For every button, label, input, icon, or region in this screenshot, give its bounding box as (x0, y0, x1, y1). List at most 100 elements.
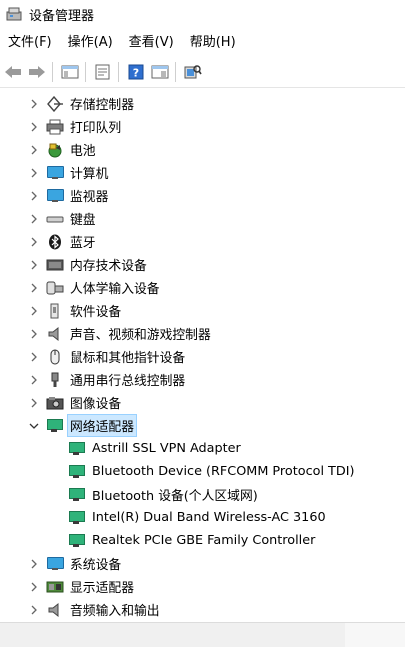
chevron-right-icon[interactable] (28, 190, 40, 202)
chevron-right-icon[interactable] (28, 121, 40, 133)
network-adapter-icon (68, 533, 86, 549)
tree-item-label: 鼠标和其他指针设备 (70, 351, 186, 366)
tree-item-label: Realtek PCIe GBE Family Controller (92, 533, 316, 548)
chevron-right-icon[interactable] (28, 581, 40, 593)
network-adapter-icon (68, 510, 86, 526)
tree-item-mice-and-pointing-devices[interactable]: 鼠标和其他指针设备 (0, 345, 405, 368)
tree-item-adapter-realtek-gbe[interactable]: Realtek PCIe GBE Family Controller (0, 529, 405, 552)
mouse-icon (46, 349, 64, 365)
system-device-icon (46, 556, 64, 572)
tree-item-computer[interactable]: 计算机 (0, 161, 405, 184)
tree-item-memory-technology-devices[interactable]: 内存技术设备 (0, 253, 405, 276)
audio-io-icon (46, 602, 64, 618)
tree-item-label: 计算机 (70, 167, 109, 182)
help-icon[interactable]: ? (125, 61, 147, 83)
view-icon[interactable] (149, 61, 171, 83)
chevron-right-icon[interactable] (28, 236, 40, 248)
battery-icon (46, 142, 64, 158)
tree-item-label: 软件设备 (70, 305, 122, 320)
tree-item-batteries[interactable]: 电池 (0, 138, 405, 161)
chevron-right-icon[interactable] (28, 604, 40, 616)
tree-item-label: 蓝牙 (70, 236, 96, 251)
tree-item-label: 网络适配器 (67, 414, 137, 437)
chevron-right-icon[interactable] (28, 98, 40, 110)
resize-grip[interactable] (345, 623, 405, 647)
toolbar-separator (85, 62, 86, 82)
tree-item-label: 显示适配器 (70, 581, 134, 596)
title-bar: 设备管理器 (0, 0, 405, 28)
tree-item-label: 系统设备 (70, 558, 122, 573)
network-adapter-icon (68, 441, 86, 457)
device-manager-icon (6, 6, 24, 22)
network-adapter-icon (46, 418, 64, 434)
chevron-right-icon[interactable] (28, 328, 40, 340)
keyboard-icon (46, 211, 64, 227)
printer-icon (46, 119, 64, 135)
show-hide-tree-icon[interactable] (59, 61, 81, 83)
tree-item-sound-video-game-controllers[interactable]: 声音、视频和游戏控制器 (0, 322, 405, 345)
window-title: 设备管理器 (29, 8, 95, 24)
tree-item-label: 内存技术设备 (70, 259, 147, 274)
tree-item-monitors[interactable]: 监视器 (0, 184, 405, 207)
tree-item-software-devices[interactable]: 软件设备 (0, 299, 405, 322)
tree-item-adapter-bluetooth-pan[interactable]: Bluetooth 设备(个人区域网) (0, 483, 405, 506)
hid-icon (46, 280, 64, 296)
tree-item-label: Bluetooth 设备(个人区域网) (92, 489, 258, 504)
properties-icon[interactable] (92, 61, 114, 83)
menu-action[interactable]: 操作(A) (62, 30, 119, 56)
status-bar (0, 622, 405, 647)
chevron-right-icon[interactable] (28, 351, 40, 363)
tree-item-system-devices[interactable]: 系统设备 (0, 552, 405, 575)
tree-item-display-adapters[interactable]: 显示适配器 (0, 575, 405, 598)
display-adapter-icon (46, 579, 64, 595)
tree-item-imaging-devices[interactable]: 图像设备 (0, 391, 405, 414)
tree-item-storage-controllers[interactable]: 存储控制器 (0, 92, 405, 115)
chevron-right-icon[interactable] (28, 144, 40, 156)
tree-item-adapter-intel-wireless[interactable]: Intel(R) Dual Band Wireless-AC 3160 (0, 506, 405, 529)
usb-icon (46, 372, 64, 388)
menu-help[interactable]: 帮助(H) (184, 30, 242, 56)
menu-bar: 文件(F) 操作(A) 查看(V) 帮助(H) (0, 30, 405, 56)
toolbar: ? (0, 57, 405, 88)
chevron-right-icon[interactable] (28, 213, 40, 225)
tree-item-label: Astrill SSL VPN Adapter (92, 441, 241, 456)
camera-icon (46, 395, 64, 411)
toolbar-separator (175, 62, 176, 82)
tree-item-human-interface-devices[interactable]: 人体学输入设备 (0, 276, 405, 299)
monitor-icon (46, 188, 64, 204)
tree-item-audio-inputs-outputs[interactable]: 音频输入和输出 (0, 598, 405, 621)
tree-item-label: 人体学输入设备 (70, 282, 160, 297)
tree-item-label: 电池 (70, 144, 96, 159)
chevron-right-icon[interactable] (28, 259, 40, 271)
chevron-right-icon[interactable] (28, 305, 40, 317)
tree-item-adapter-astrill-vpn[interactable]: Astrill SSL VPN Adapter (0, 437, 405, 460)
tree-item-label: Intel(R) Dual Band Wireless-AC 3160 (92, 510, 326, 525)
computer-icon (46, 165, 64, 181)
tree-item-network-adapters[interactable]: 网络适配器 (0, 414, 405, 437)
scan-hardware-icon[interactable] (182, 61, 204, 83)
tree-item-label: 声音、视频和游戏控制器 (70, 328, 211, 343)
chevron-right-icon[interactable] (28, 282, 40, 294)
toolbar-separator (118, 62, 119, 82)
chevron-right-icon[interactable] (28, 397, 40, 409)
tree-item-adapter-bluetooth-rfcomm[interactable]: Bluetooth Device (RFCOMM Protocol TDI) (0, 460, 405, 483)
tree-item-label: Bluetooth Device (RFCOMM Protocol TDI) (92, 464, 355, 479)
tree-item-label: 存储控制器 (70, 98, 134, 113)
chevron-down-icon[interactable] (28, 420, 40, 432)
tree-item-label: 键盘 (70, 213, 96, 228)
tree-item-print-queues[interactable]: 打印队列 (0, 115, 405, 138)
device-tree: 存储控制器 打印队列 电池 计算机 监视器 键盘 蓝牙 内存技术设备 人体学输入… (0, 90, 405, 620)
speaker-icon (46, 326, 64, 342)
network-adapter-icon (68, 464, 86, 480)
chevron-right-icon[interactable] (28, 167, 40, 179)
tree-item-keyboards[interactable]: 键盘 (0, 207, 405, 230)
tree-item-bluetooth[interactable]: 蓝牙 (0, 230, 405, 253)
chevron-right-icon[interactable] (28, 558, 40, 570)
chevron-right-icon[interactable] (28, 374, 40, 386)
menu-file[interactable]: 文件(F) (2, 30, 58, 56)
tree-item-label: 监视器 (70, 190, 109, 205)
back-arrow-icon[interactable] (2, 61, 24, 83)
forward-arrow-icon[interactable] (26, 61, 48, 83)
tree-item-usb-controllers[interactable]: 通用串行总线控制器 (0, 368, 405, 391)
menu-view[interactable]: 查看(V) (123, 30, 180, 56)
